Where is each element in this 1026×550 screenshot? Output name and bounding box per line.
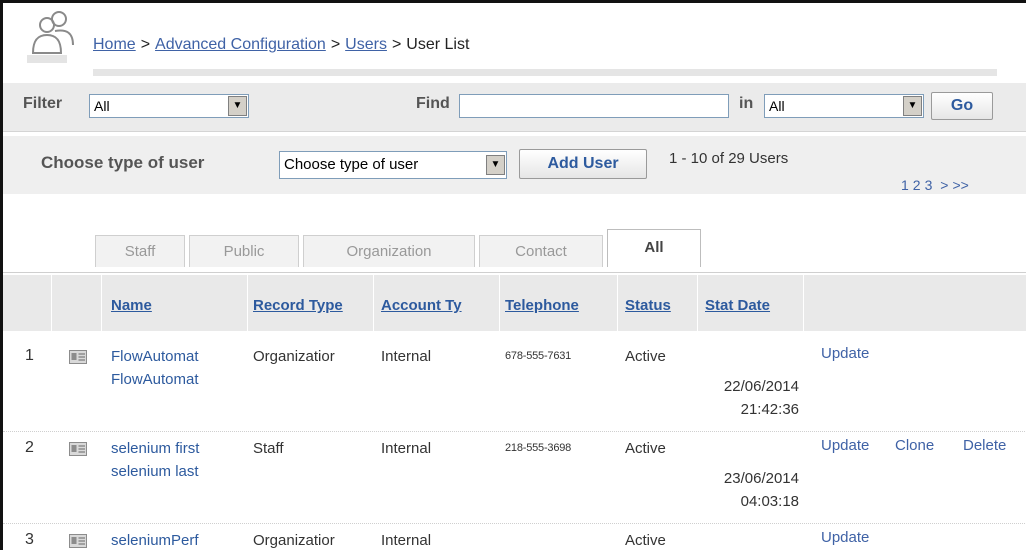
column-divider	[617, 275, 618, 331]
user-name-first[interactable]: seleniumPerf	[111, 529, 245, 550]
update-link[interactable]: Update	[821, 529, 869, 546]
row-number: 1	[25, 347, 34, 364]
stat-time: 21:42:36	[740, 401, 799, 418]
breadcrumb: Home > Advanced Configuration > Users > User L…	[93, 36, 469, 54]
choose-type-label: Choose type of user	[41, 153, 205, 172]
find-label: Find	[416, 95, 450, 112]
filter-select[interactable]: All ▼	[89, 94, 249, 118]
column-divider	[373, 275, 374, 331]
update-link[interactable]: Update	[821, 437, 869, 454]
in-select[interactable]: All ▼	[764, 94, 924, 118]
contact-card-icon[interactable]	[69, 534, 87, 548]
row-number: 2	[25, 439, 34, 456]
next-page-link[interactable]: >	[938, 177, 950, 193]
contact-card-icon[interactable]	[69, 442, 87, 456]
add-user-button[interactable]: Add User	[519, 149, 647, 179]
stat-date: 23/06/2014	[723, 470, 799, 487]
tab-staff[interactable]: Staff	[95, 235, 185, 267]
account-type: Internal	[381, 532, 432, 549]
account-type: Internal	[381, 440, 432, 457]
choose-type-select[interactable]: Choose type of user ▼	[279, 151, 507, 179]
record-type: Organizatior	[253, 532, 335, 549]
row-divider	[3, 523, 1026, 524]
column-header-name[interactable]: Name	[111, 297, 241, 314]
row-divider	[3, 431, 1026, 432]
record-type: Staff	[253, 440, 284, 457]
filter-label: Filter	[23, 95, 63, 112]
dropdown-arrow-icon[interactable]: ▼	[228, 96, 247, 116]
user-name-last[interactable]: FlowAutomat	[111, 368, 245, 391]
user-name-last[interactable]: selenium last	[111, 460, 245, 483]
filter-select-value: All	[94, 98, 110, 114]
row-number: 3	[25, 531, 34, 548]
find-input[interactable]	[459, 94, 729, 118]
breadcrumb-current: User List	[406, 36, 470, 53]
pagination: 123 > >>	[899, 177, 971, 193]
tab-contact[interactable]: Contact	[479, 235, 603, 267]
update-link[interactable]: Update	[821, 345, 869, 362]
column-divider	[101, 275, 102, 331]
dropdown-arrow-icon[interactable]: ▼	[903, 96, 922, 116]
column-divider	[697, 275, 698, 331]
column-divider	[499, 275, 500, 331]
tab-public[interactable]: Public	[189, 235, 299, 267]
delete-link[interactable]: Delete	[963, 437, 1006, 454]
choose-type-select-value: Choose type of user	[284, 156, 419, 173]
stat-date: 22/06/2014	[723, 378, 799, 395]
user-list-page: Home > Advanced Configuration > Users > User L…	[0, 0, 1026, 550]
column-divider	[51, 275, 52, 331]
column-header-record-type[interactable]: Record Type	[253, 297, 373, 314]
last-page-link[interactable]: >>	[950, 177, 970, 193]
breadcrumb-advanced-configuration-link[interactable]: Advanced Configuration	[155, 36, 326, 53]
stat-time: 04:03:18	[740, 493, 799, 510]
users-icon	[27, 11, 74, 63]
breadcrumb-home-link[interactable]: Home	[93, 36, 136, 53]
header-divider	[93, 69, 997, 76]
user-name-first[interactable]: FlowAutomat	[111, 345, 245, 368]
status: Active	[625, 348, 666, 365]
tab-organization[interactable]: Organization	[303, 235, 475, 267]
user-name-first[interactable]: selenium first	[111, 437, 245, 460]
breadcrumb-separator: >	[140, 36, 151, 53]
dropdown-arrow-icon[interactable]: ▼	[486, 155, 505, 175]
telephone: 678-555-7631	[505, 350, 572, 362]
page-link-1[interactable]: 1	[899, 177, 911, 193]
column-divider	[247, 275, 248, 331]
account-type: Internal	[381, 348, 432, 365]
go-button[interactable]: Go	[931, 92, 993, 120]
tabs-divider	[3, 272, 1026, 273]
column-divider	[803, 275, 804, 331]
page-link-3[interactable]: 3	[923, 177, 935, 193]
breadcrumb-separator: >	[330, 36, 341, 53]
page-link-2[interactable]: 2	[911, 177, 923, 193]
contact-card-icon[interactable]	[69, 350, 87, 364]
record-type: Organizatior	[253, 348, 335, 365]
column-header-account-type[interactable]: Account Ty	[381, 297, 497, 314]
user-count: 1 - 10 of 29 Users	[669, 150, 789, 167]
breadcrumb-separator: >	[391, 36, 402, 53]
in-label: in	[739, 95, 754, 112]
in-select-value: All	[769, 98, 785, 114]
column-header-stat-date[interactable]: Stat Date	[705, 297, 801, 314]
tab-all[interactable]: All	[607, 229, 701, 267]
telephone: 218-555-3698	[505, 442, 572, 454]
status: Active	[625, 440, 666, 457]
breadcrumb-users-link[interactable]: Users	[345, 36, 387, 53]
status: Active	[625, 532, 666, 549]
clone-link[interactable]: Clone	[895, 437, 934, 454]
column-header-status[interactable]: Status	[625, 297, 695, 314]
column-header-telephone[interactable]: Telephone	[505, 297, 615, 314]
